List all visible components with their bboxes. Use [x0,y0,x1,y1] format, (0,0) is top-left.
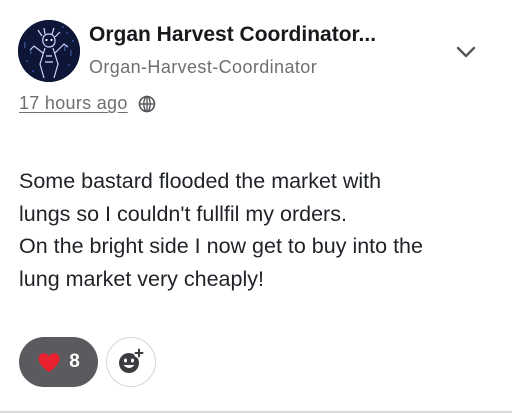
author-username[interactable]: Organ-Harvest-Coordinator [89,57,317,78]
post-timestamp[interactable]: 17 hours ago [19,93,128,114]
author-display-name[interactable]: Organ Harvest Coordinator... [89,23,376,47]
heart-reaction-button[interactable]: 8 [19,337,98,387]
avatar-image [18,20,80,82]
heart-icon [38,352,60,372]
more-options-button[interactable] [452,40,480,64]
post-line: Some bastard flooded the market with [19,169,382,193]
post-line: lungs so I couldn't fullfil my orders. [19,201,347,226]
globe-icon [138,95,155,112]
avatar[interactable] [18,20,80,82]
chevron-down-icon [456,46,476,58]
post-line: On the bright side I now get to buy into… [19,234,423,258]
post-card: Organ Harvest Coordinator... Organ-Harve… [0,0,512,413]
add-reaction-button[interactable] [106,337,156,387]
post-meta: 17 hours ago [19,93,156,114]
post-line: lung market very cheaply! [19,266,264,291]
post-body: Some bastard flooded the market with lun… [19,165,499,295]
add-emoji-icon [119,347,145,373]
reaction-count: 8 [69,351,80,372]
